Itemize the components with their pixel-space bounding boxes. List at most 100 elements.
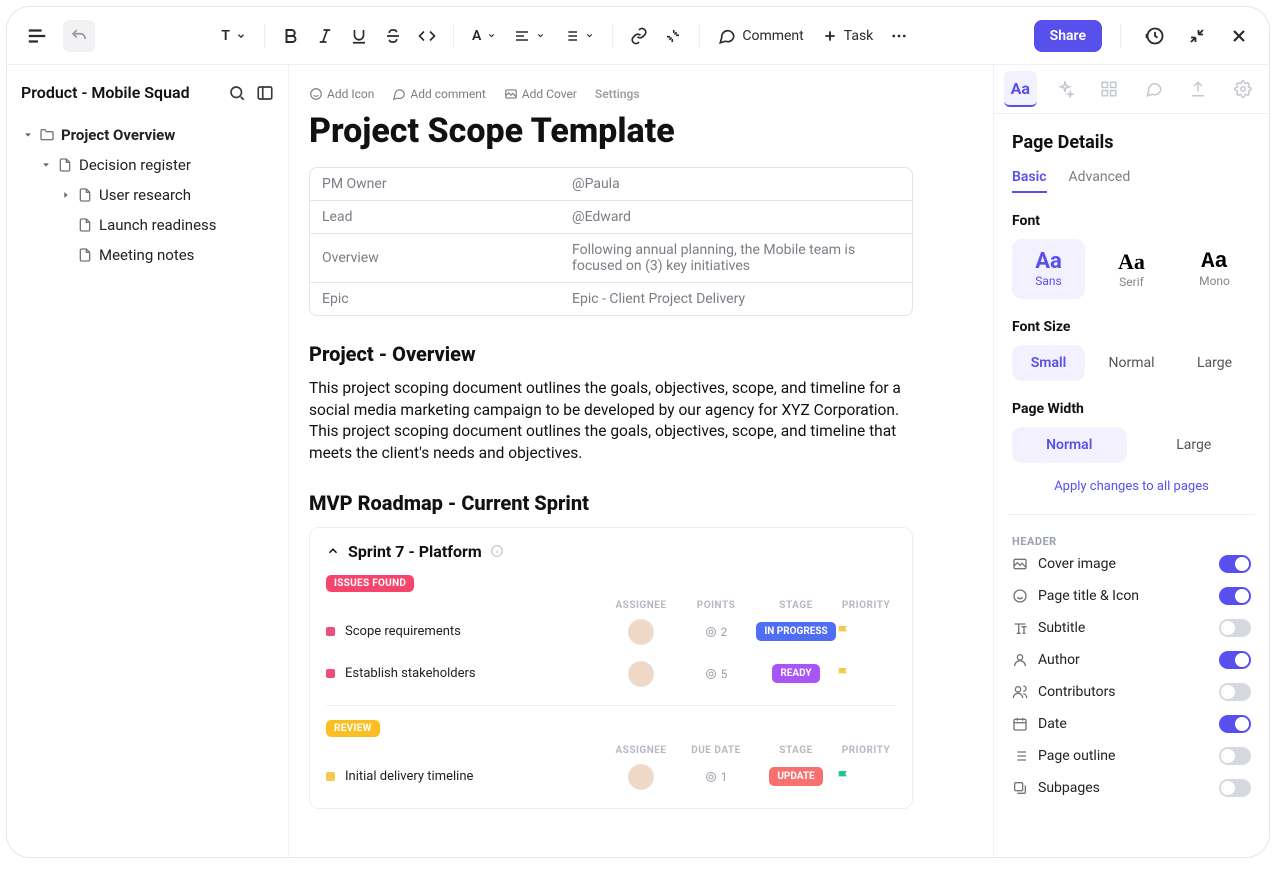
more-button[interactable] [883,20,915,52]
alignment-dropdown[interactable] [506,22,553,50]
panel-tab-comments[interactable] [1138,71,1171,107]
task-row[interactable]: Establish stakeholders 5 READY [326,653,896,695]
upload-icon [1189,80,1207,98]
document-title[interactable]: Project Scope Template [309,111,973,151]
font-size-label: Font Size [1012,319,1251,335]
width-option-large[interactable]: Large [1137,427,1252,463]
toggle-switch[interactable] [1219,587,1251,605]
add-cover-button[interactable]: Add Cover [504,87,577,101]
type-icon [1012,620,1028,636]
table-row[interactable]: PM Owner@Paula [310,168,912,200]
task-row[interactable]: Initial delivery timeline 1 UPDATE [326,756,896,798]
toggle-switch[interactable] [1219,651,1251,669]
users-icon [1012,684,1028,700]
task-button[interactable]: Task [814,22,882,50]
collapse-button[interactable] [1181,20,1213,52]
toggle-label: Cover image [1038,556,1116,572]
sprint-widget: Sprint 7 - Platform ISSUES FOUND ASSIGNE… [309,527,913,809]
underline-button[interactable] [343,20,375,52]
task-row[interactable]: Scope requirements 2 IN PROGRESS [326,611,896,653]
table-row[interactable]: EpicEpic - Client Project Delivery [310,282,912,315]
font-option-mono[interactable]: AaMono [1178,239,1251,299]
body-paragraph[interactable]: This project scoping document outlines t… [309,378,917,465]
search-button[interactable] [228,84,246,102]
size-option-small[interactable]: Small [1012,345,1085,381]
tree-item-project-overview[interactable]: Project Overview [21,120,274,150]
sidebar: Product - Mobile Squad Project Overview … [7,65,289,857]
apply-all-link[interactable]: Apply changes to all pages [1012,479,1251,494]
italic-button[interactable] [309,20,341,52]
table-row[interactable]: Lead@Edward [310,200,912,233]
sprint-header[interactable]: Sprint 7 - Platform [326,542,896,561]
toggle-switch[interactable] [1219,555,1251,573]
size-option-large[interactable]: Large [1178,345,1251,381]
history-button[interactable] [1139,20,1171,52]
width-option-normal[interactable]: Normal [1012,427,1127,463]
font-option-serif[interactable]: AaSerif [1095,239,1168,299]
panel-toggle-button[interactable] [256,84,274,102]
chevron-down-icon [487,31,496,40]
menu-toggle-button[interactable] [21,20,53,52]
code-button[interactable] [411,20,443,52]
page-icon [77,187,93,203]
toggle-switch[interactable] [1219,779,1251,797]
subtab-basic[interactable]: Basic [1012,169,1047,193]
panel-tab-export[interactable] [1182,71,1215,107]
panel-tab-typography[interactable]: Aa [1004,71,1037,107]
sparkle-icon [1056,80,1074,98]
chevron-down-icon [585,31,594,40]
section-heading[interactable]: Project - Overview [309,342,973,366]
text-style-label: T [221,28,230,44]
chevron-down-icon [23,130,33,140]
tree-item-meeting-notes[interactable]: Meeting notes [21,240,274,270]
toggle-row-author: Author [1012,644,1251,676]
subtab-advanced[interactable]: Advanced [1069,169,1131,193]
panel-tab-settings[interactable] [1227,71,1260,107]
section-heading[interactable]: MVP Roadmap - Current Sprint [309,491,973,515]
toggle-switch[interactable] [1219,683,1251,701]
right-panel: Aa Page Details Basic Advanced Font AaSa… [993,65,1269,857]
image-icon [1012,556,1028,572]
share-button[interactable]: Share [1034,20,1102,52]
toggle-switch[interactable] [1219,715,1251,733]
page-icon [77,217,93,233]
points-icon [705,668,717,680]
strikethrough-button[interactable] [377,20,409,52]
tree-label: Meeting notes [99,246,194,264]
smile-icon [1012,588,1028,604]
undo-button[interactable] [63,20,95,52]
flag-icon [836,624,852,640]
text-style-dropdown[interactable]: T [213,22,254,50]
size-option-normal[interactable]: Normal [1095,345,1168,381]
tree-item-launch-readiness[interactable]: Launch readiness [21,210,274,240]
document-area: Add Icon Add comment Add Cover Settings … [289,65,993,857]
tree-item-user-research[interactable]: User research [21,180,274,210]
comment-label: Comment [742,28,803,44]
list-icon [1012,748,1028,764]
toggle-row-date: Date [1012,708,1251,740]
unlink-button[interactable] [657,20,689,52]
add-icon-button[interactable]: Add Icon [309,87,374,101]
avatar [628,764,654,790]
toggle-row-page-outline: Page outline [1012,740,1251,772]
tree-item-decision-register[interactable]: Decision register [21,150,274,180]
toggle-switch[interactable] [1219,747,1251,765]
table-row[interactable]: OverviewFollowing annual planning, the M… [310,233,912,282]
panel-icon [256,84,274,102]
font-option-sans[interactable]: AaSans [1012,239,1085,299]
sprint-title: Sprint 7 - Platform [348,542,482,561]
page-settings-link[interactable]: Settings [595,87,640,101]
flag-icon [836,769,852,785]
link-button[interactable] [623,20,655,52]
toggle-switch[interactable] [1219,619,1251,637]
add-comment-button[interactable]: Add comment [392,87,485,101]
list-dropdown[interactable] [555,22,602,50]
task-name: Initial delivery timeline [345,769,473,784]
close-button[interactable] [1223,20,1255,52]
bold-button[interactable] [275,20,307,52]
panel-tab-blocks[interactable] [1093,71,1126,107]
text-color-dropdown[interactable]: A [464,22,504,50]
panel-tab-ai[interactable] [1049,71,1082,107]
comment-icon [392,87,406,101]
comment-button[interactable]: Comment [710,21,811,51]
